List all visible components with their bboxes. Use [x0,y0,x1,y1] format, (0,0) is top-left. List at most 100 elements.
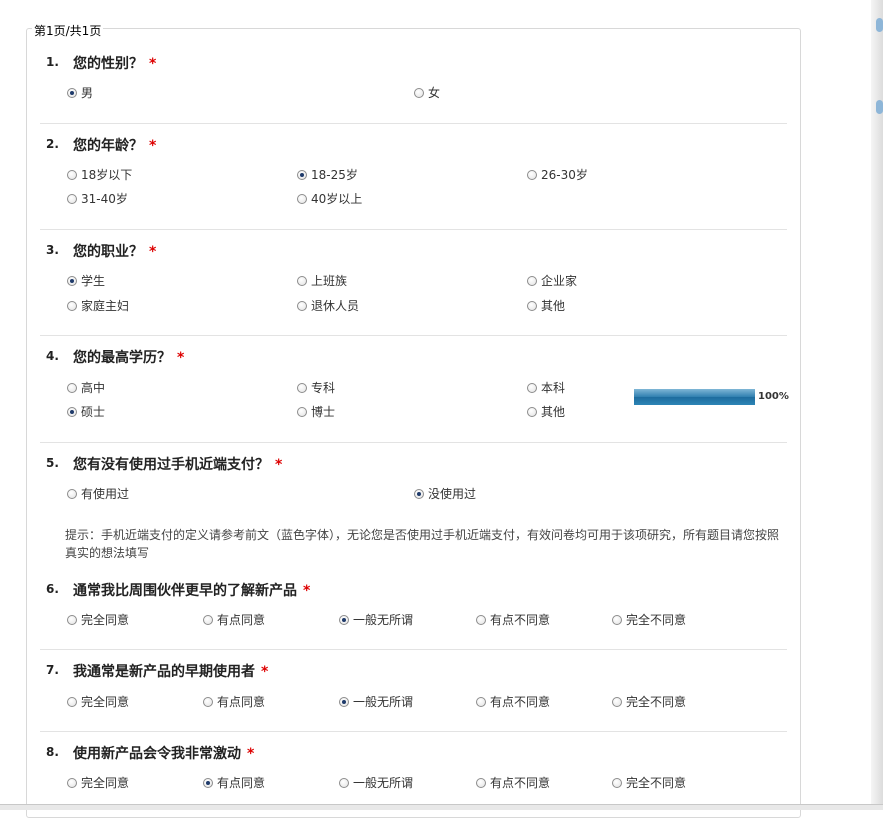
option[interactable]: 其他 [527,403,565,420]
radio-unchecked-icon[interactable] [612,614,622,625]
radio-unchecked-icon[interactable] [527,382,537,393]
radio-unchecked-icon[interactable] [297,382,307,393]
option[interactable]: 本科 [527,379,565,396]
option[interactable]: 专科 [297,379,335,396]
scrollbar[interactable] [871,0,883,809]
scroll-up-thumb[interactable] [876,18,883,32]
option[interactable]: 学生 [67,272,105,289]
radio-unchecked-icon[interactable] [527,275,537,286]
option-label: 企业家 [541,274,578,288]
radio-unchecked-icon[interactable] [67,169,77,180]
option-label: 其他 [541,299,566,313]
option[interactable]: 硕士 [67,403,105,420]
option[interactable]: 高中 [67,379,105,396]
radio-unchecked-icon[interactable] [414,87,424,98]
radio-unchecked-icon[interactable] [67,614,77,625]
question-title-text: 使用新产品会令我非常激动 [73,746,241,762]
radio-unchecked-icon[interactable] [476,614,486,625]
option-label: 完全不同意 [626,613,687,627]
radio-unchecked-icon[interactable] [203,614,213,625]
question-title: 您有没有使用过手机近端支付？ * [73,454,282,474]
question-title: 使用新产品会令我非常激动 * [73,743,254,763]
radio-checked-icon[interactable] [339,614,349,625]
option[interactable]: 博士 [297,403,335,420]
option-label: 上班族 [311,274,348,288]
radio-unchecked-icon[interactable] [67,193,77,204]
radio-checked-icon[interactable] [203,777,213,788]
radio-unchecked-icon[interactable] [203,696,213,707]
option[interactable]: 上班族 [297,272,347,289]
option-label: 有点同意 [217,695,266,709]
scroll-thumb[interactable] [876,100,883,114]
option-label: 硕士 [81,405,106,419]
radio-unchecked-icon[interactable] [612,696,622,707]
radio-unchecked-icon[interactable] [527,406,537,417]
radio-unchecked-icon[interactable] [527,169,537,180]
option-label: 博士 [311,405,336,419]
option[interactable]: 有点不同意 [476,611,550,628]
option[interactable]: 一般无所谓 [339,611,413,628]
radio-unchecked-icon[interactable] [67,696,77,707]
option-label: 有使用过 [81,487,130,501]
option[interactable]: 有点同意 [203,611,265,628]
option[interactable]: 完全不同意 [612,611,686,628]
divider [40,442,787,443]
option[interactable]: 家庭主妇 [67,297,129,314]
option[interactable]: 26-30岁 [527,166,588,183]
radio-unchecked-icon[interactable] [476,777,486,788]
radio-unchecked-icon[interactable] [67,777,77,788]
radio-unchecked-icon[interactable] [476,696,486,707]
radio-unchecked-icon[interactable] [297,275,307,286]
radio-unchecked-icon[interactable] [612,777,622,788]
divider [40,649,787,650]
option[interactable]: 完全同意 [67,693,129,710]
radio-checked-icon[interactable] [67,406,77,417]
option[interactable]: 男 [67,84,93,101]
page-indicator: 第1页/共1页 [32,22,104,39]
radio-unchecked-icon[interactable] [297,300,307,311]
radio-unchecked-icon[interactable] [527,300,537,311]
option[interactable]: 18-25岁 [297,166,358,183]
divider [40,229,787,230]
radio-unchecked-icon[interactable] [67,488,77,499]
option[interactable]: 有使用过 [67,485,129,502]
radio-unchecked-icon[interactable] [297,406,307,417]
question-number: 8. [46,745,59,759]
radio-checked-icon[interactable] [297,169,307,180]
option[interactable]: 女 [414,84,440,101]
option[interactable]: 其他 [527,297,565,314]
option[interactable]: 一般无所谓 [339,774,413,791]
option[interactable]: 40岁以上 [297,190,362,207]
required-mark: * [149,138,157,154]
option-label: 有点不同意 [490,613,551,627]
option-label: 退休人员 [311,299,360,313]
option[interactable]: 18岁以下 [67,166,132,183]
option[interactable]: 完全同意 [67,611,129,628]
option[interactable]: 有点不同意 [476,774,550,791]
option[interactable]: 完全同意 [67,774,129,791]
option-label: 26-30岁 [541,168,588,182]
radio-checked-icon[interactable] [67,87,77,98]
question-title: 通常我比周围伙伴更早的了解新产品 * [73,580,310,600]
option[interactable]: 一般无所谓 [339,693,413,710]
option[interactable]: 有点同意 [203,774,265,791]
radio-unchecked-icon[interactable] [339,777,349,788]
option[interactable]: 有点不同意 [476,693,550,710]
radio-checked-icon[interactable] [67,275,77,286]
option[interactable]: 完全不同意 [612,774,686,791]
option-label: 40岁以上 [311,192,363,206]
option[interactable]: 完全不同意 [612,693,686,710]
radio-checked-icon[interactable] [339,696,349,707]
radio-checked-icon[interactable] [414,488,424,499]
option[interactable]: 退休人员 [297,297,359,314]
option[interactable]: 有点同意 [203,693,265,710]
option-label: 18-25岁 [311,168,358,182]
option[interactable]: 31-40岁 [67,190,128,207]
option[interactable]: 企业家 [527,272,577,289]
option-label: 有点不同意 [490,695,551,709]
radio-unchecked-icon[interactable] [67,382,77,393]
radio-unchecked-icon[interactable] [67,300,77,311]
radio-unchecked-icon[interactable] [297,193,307,204]
option-label: 完全不同意 [626,695,687,709]
option[interactable]: 没使用过 [414,485,476,502]
